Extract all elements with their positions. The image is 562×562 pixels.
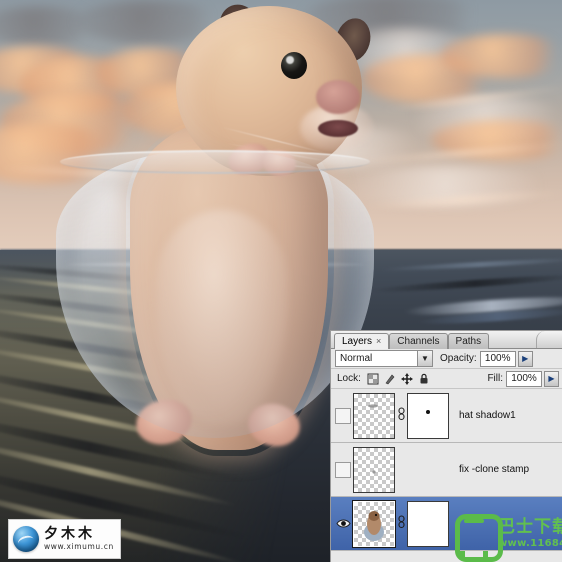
watermark-bashi: 巴士下载 www.11684.com (452, 505, 562, 562)
bashi-url: www.11684.com (498, 538, 562, 550)
watermark-ximumu: 夕木木 www.ximumu.cn (8, 519, 121, 559)
opacity-label: Opacity: (440, 353, 477, 364)
tab-layers-label: Layers (342, 336, 373, 347)
close-icon[interactable]: × (376, 336, 381, 346)
lock-icon-group (367, 372, 430, 385)
ximumu-brand-name: 夕木木 (44, 526, 95, 543)
hamster-mouth (318, 120, 358, 137)
panel-tab-bar[interactable]: Layers × Channels Paths (331, 331, 562, 349)
blend-opacity-row: Normal ▼ Opacity: 100% ▶ (331, 349, 562, 369)
lock-label: Lock: (337, 373, 361, 384)
table-row[interactable]: fix -clone stamp (331, 443, 562, 497)
lock-image-icon[interactable] (384, 373, 396, 385)
eye-icon-off[interactable] (335, 407, 351, 424)
opacity-input[interactable]: 100% (479, 350, 516, 367)
eye-icon-off[interactable] (335, 461, 351, 478)
ximumu-text-block: 夕木木 www.ximumu.cn (44, 527, 114, 551)
layer-mask-thumbnail[interactable] (407, 500, 449, 547)
fill-label: Fill: (487, 373, 503, 384)
bus-wheel-left (460, 550, 465, 557)
chevron-down-icon[interactable]: ▼ (417, 351, 432, 366)
lock-fill-row: Lock: Fill: 100% ▶ (331, 369, 562, 389)
fill-input[interactable]: 100% (506, 370, 542, 387)
cloud (440, 34, 562, 78)
layer-visibility-toggle[interactable] (333, 460, 353, 480)
tab-paths[interactable]: Paths (447, 333, 490, 349)
green-bus-icon (452, 511, 503, 562)
opacity-slider-arrow-icon[interactable]: ▶ (517, 350, 533, 367)
tab-layers[interactable]: Layers × (334, 333, 390, 349)
hamster-nose (316, 80, 360, 114)
tab-channels[interactable]: Channels (389, 333, 448, 349)
layer-thumbnail[interactable] (353, 392, 395, 439)
layer-visibility-toggle[interactable] (333, 406, 353, 426)
layer-name[interactable]: fix -clone stamp (459, 464, 529, 475)
bashi-brand-name: 巴士下载 (498, 516, 562, 537)
layer-name[interactable]: hat shadow1 (459, 410, 516, 421)
link-icon[interactable] (395, 407, 407, 424)
link-icon[interactable] (395, 515, 407, 532)
layer-thumbnail[interactable] (352, 499, 396, 548)
layer-thumbnail[interactable] (353, 446, 395, 493)
layer-mask-thumbnail[interactable] (407, 392, 449, 439)
eye-icon-on (335, 519, 351, 528)
hamster-eye (281, 52, 307, 79)
blend-mode-value: Normal (340, 353, 373, 364)
lock-all-icon[interactable] (418, 373, 430, 385)
table-row[interactable]: hat shadow1 (331, 389, 562, 443)
hamster-eye-glint (286, 56, 294, 64)
bus-wheel-right (483, 550, 488, 557)
ximumu-url: www.ximumu.cn (44, 541, 114, 551)
bashi-text-block: 巴士下载 www.11684.com (498, 516, 562, 550)
bus-window-shape (464, 518, 484, 523)
screenshot-root: Layers × Channels Paths Normal ▼ Opacity: 1… (0, 0, 562, 562)
glass-bowl-rim (60, 150, 370, 174)
blend-mode-select[interactable]: Normal ▼ (335, 350, 433, 367)
layer-visibility-toggle[interactable] (333, 514, 353, 534)
ximumu-logo-icon (13, 526, 39, 552)
lock-position-icon[interactable] (400, 372, 413, 385)
lock-transparency-icon[interactable] (367, 373, 379, 385)
fill-slider-arrow-icon[interactable]: ▶ (544, 370, 559, 387)
